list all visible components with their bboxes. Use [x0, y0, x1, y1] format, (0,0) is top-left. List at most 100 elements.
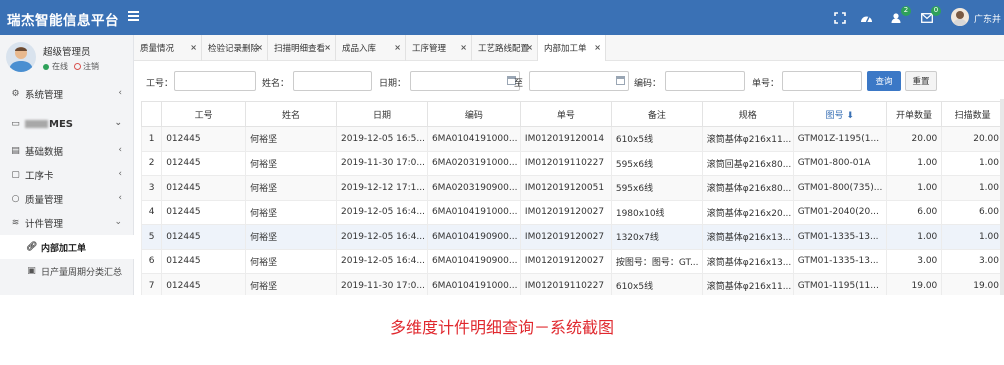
cell-spec: 滚筒基体φ216x80... [701, 175, 794, 201]
tab-route-config[interactable]: 工艺路线配置 × [472, 35, 538, 61]
cell-name: 何裕坚 [245, 150, 338, 176]
cell-drawing: GTM01-1335-13... [792, 224, 887, 250]
chevron-left-icon: ‹ [118, 169, 122, 179]
cell-date: 2019-12-05 16:4... [336, 248, 428, 274]
close-icon[interactable]: × [594, 43, 601, 52]
close-icon[interactable]: × [324, 43, 331, 52]
to-label: 至 [514, 79, 524, 89]
tab-process-mgmt[interactable]: 工序管理 × [406, 35, 472, 61]
col-header-spec[interactable]: 规格 [701, 101, 794, 127]
col-header-scan-qty[interactable]: 扫描数量 [941, 101, 1004, 127]
cell-order: IM012019120027 [519, 248, 612, 274]
sidebar-item-label: 基础数据 [25, 147, 64, 158]
close-icon[interactable]: × [460, 43, 467, 52]
cell-remark: 610x5线 [610, 273, 703, 295]
close-icon[interactable]: × [190, 43, 197, 52]
table-row[interactable]: 2 012445 何裕坚 2019-11-30 17:0... 6MA020319100… [141, 150, 1004, 176]
cell-index: 2 [141, 150, 163, 176]
col-header-code[interactable]: 编码 [426, 101, 521, 127]
sidebar-item-label: 日产量周期分类汇总 [41, 267, 123, 278]
cell-code: 6MA0104190900... [426, 224, 521, 250]
chevron-left-icon: ‹ [118, 88, 122, 98]
sidebar-item-system[interactable]: ⚙ 系统管理 ‹ [0, 82, 134, 106]
sidebar-item-internal-order[interactable]: 🔗︎ 内部加工单 [0, 235, 134, 259]
col-header-remark[interactable]: 备注 [610, 101, 703, 127]
tab-internal-order[interactable]: 内部加工单 × [538, 35, 606, 61]
user-avatar[interactable] [951, 8, 969, 26]
tab-inspection-delete[interactable]: 检验记录删除 × [202, 35, 268, 61]
tab-scan-detail[interactable]: 扫描明细查看 × [268, 35, 336, 61]
sidebar-user-name: 超级管理员 [43, 47, 91, 58]
cell-date: 2019-11-30 17:0... [336, 273, 428, 295]
chevron-left-icon: ‹ [118, 193, 122, 203]
name-input[interactable] [293, 71, 372, 91]
card-icon: ▢ [11, 169, 20, 180]
cell-gonghao: 012445 [161, 248, 247, 274]
cell-name: 何裕坚 [245, 126, 338, 152]
col-header-date[interactable]: 日期 [336, 101, 428, 127]
sidebar-item-process-card[interactable]: ▢ 工序卡 ‹ [0, 163, 134, 187]
sidebar-user-status: 在线 注销 [43, 61, 99, 72]
table-row[interactable]: 5 012445 何裕坚 2019-12-05 16:4... 6MA010419090… [141, 224, 1004, 250]
calendar-icon[interactable] [616, 76, 625, 85]
circle-icon: ○ [11, 193, 20, 204]
col-header-order[interactable]: 单号 [519, 101, 612, 127]
gonghao-input[interactable] [174, 71, 256, 91]
reset-button[interactable]: 重置 [905, 71, 937, 91]
sidebar-item-label: 内部加工单 [41, 243, 87, 254]
cell-index: 4 [141, 199, 163, 225]
logout-link[interactable]: 注销 [83, 61, 99, 72]
table-row[interactable]: 3 012445 何裕坚 2019-12-12 17:1... 6MA020319090… [141, 175, 1004, 201]
cell-drawing: GTM01-1195(11... [792, 273, 887, 295]
table-row[interactable]: 4 012445 何裕坚 2019-12-05 16:4... 6MA010419100… [141, 199, 1004, 225]
sidebar-item-daily-output[interactable]: ▣ 日产量周期分类汇总 [0, 259, 134, 283]
sidebar-item-quality[interactable]: ○ 质量管理 ‹ [0, 187, 134, 211]
close-icon[interactable]: × [394, 43, 401, 52]
cell-name: 何裕坚 [245, 248, 338, 274]
col-header-drawing[interactable]: 图号 ⬇︎ [792, 101, 887, 127]
table-row[interactable]: 6 012445 何裕坚 2019-12-05 16:4... 6MA010419090… [141, 248, 1004, 274]
cell-name: 何裕坚 [245, 199, 338, 225]
cell-spec: 滚筒回基φ216x80... [701, 150, 794, 176]
cell-spec: 滚筒基体φ216x11... [701, 273, 794, 295]
redacted-text [25, 120, 48, 128]
close-icon[interactable]: × [526, 43, 533, 52]
dashboard-icon[interactable] [859, 11, 873, 25]
search-button[interactable]: 查询 [867, 71, 901, 91]
cell-scan-qty: 1.00 [941, 224, 1004, 250]
close-icon[interactable]: × [256, 43, 263, 52]
sort-desc-icon[interactable]: ⬇︎ [846, 111, 854, 121]
cell-drawing: GTM01-800(735)... [792, 175, 887, 201]
sidebar-item-label: MES [49, 118, 73, 130]
table-row[interactable]: 1 012445 何裕坚 2019-12-05 16:5... 6MA010419100… [141, 126, 1004, 152]
sidebar-item-mes[interactable]: ▭ MES ⌄ [0, 112, 134, 136]
menu-toggle-icon[interactable] [127, 9, 141, 23]
tab-product-storage[interactable]: 成品入库 × [336, 35, 406, 61]
tab-bar: 质量情况 × 检验记录删除 × 扫描明细查看 × 成品入库 × 工序管理 × 工艺路线配置… [134, 35, 1004, 61]
cell-index: 7 [141, 273, 163, 295]
notification-icon[interactable]: 2 [890, 6, 911, 25]
date-start-input[interactable] [410, 71, 520, 91]
col-header-gonghao[interactable]: 工号 [161, 101, 247, 127]
cell-index: 5 [141, 224, 163, 250]
table-row[interactable]: 7 012445 何裕坚 2019-11-30 17:0... 6MA010419100… [141, 273, 1004, 295]
cell-gonghao: 012445 [161, 273, 247, 295]
logout-icon[interactable] [74, 63, 81, 70]
col-header-open-qty[interactable]: 开单数量 [885, 101, 943, 127]
cell-spec: 滚筒基体φ216x11... [701, 126, 794, 152]
mail-icon[interactable]: 0 [920, 6, 941, 25]
cell-gonghao: 012445 [161, 126, 247, 152]
cell-name: 何裕坚 [245, 175, 338, 201]
code-input[interactable] [665, 71, 745, 91]
col-header-name[interactable]: 姓名 [245, 101, 338, 127]
user-menu[interactable]: 广东并 [974, 12, 1001, 25]
cell-spec: 滚筒基体φ216x20... [701, 199, 794, 225]
sidebar-item-basic-data[interactable]: ▤ 基础数据 ‹ [0, 139, 134, 163]
date-end-input[interactable] [529, 71, 629, 91]
sidebar-item-piecework[interactable]: ≋ 计件管理 ⌄ [0, 211, 134, 235]
cell-name: 何裕坚 [245, 273, 338, 295]
fullscreen-icon[interactable] [833, 11, 847, 25]
tab-quality-status[interactable]: 质量情况 × [134, 35, 202, 61]
order-input[interactable] [782, 71, 862, 91]
vertical-scrollbar[interactable] [1000, 99, 1004, 295]
